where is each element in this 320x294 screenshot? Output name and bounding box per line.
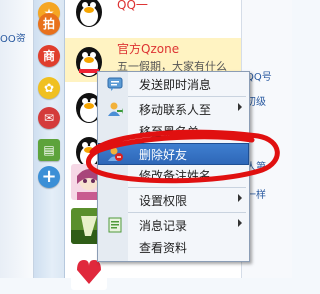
menu-item-view-profile[interactable]: 查看资料 <box>99 237 248 257</box>
menu-item-message-record[interactable]: 消息记录 <box>99 215 248 235</box>
contact-row[interactable]: QQ一 <box>65 0 241 32</box>
context-menu: 发送即时消息 移动联系人至 移至黑名单 删除好友 修改备注姓名 设置权限 消息记… <box>97 71 250 262</box>
game-icon[interactable]: ✿ <box>38 77 60 99</box>
avatar <box>71 0 107 28</box>
submenu-arrow-icon <box>238 194 242 202</box>
chat-icon <box>107 76 123 92</box>
background-window: QQ资 <box>0 0 34 278</box>
menu-separator <box>128 212 246 213</box>
submenu-arrow-icon <box>238 103 242 111</box>
menu-separator <box>128 187 246 188</box>
contact-name: QQ一 <box>117 0 148 12</box>
menu-separator <box>128 96 246 97</box>
mail-icon[interactable]: ✉ <box>38 107 60 129</box>
menu-item-label: 消息记录 <box>139 219 188 233</box>
delete-friend-icon <box>107 146 123 162</box>
menu-item-edit-remark[interactable]: 修改备注姓名 <box>99 165 248 185</box>
menu-item-label: 修改备注姓名 <box>139 169 212 183</box>
contact-name: 官方Qzone <box>117 42 180 56</box>
pai-icon[interactable]: 拍 <box>38 13 60 35</box>
plus-icon[interactable]: + <box>38 166 60 188</box>
app-rail: ★ 拍 商 ✿ ✉ ▤ + <box>34 0 65 278</box>
background-text-qq: QQ资 <box>0 34 26 42</box>
menu-item-label: 发送即时消息 <box>139 78 212 92</box>
move-contact-icon <box>107 101 123 117</box>
menu-item-label: 移至黑名单 <box>139 125 200 139</box>
menu-item-label: 移动联系人至 <box>139 103 212 117</box>
menu-item-send-message[interactable]: 发送即时消息 <box>99 74 248 94</box>
menu-item-permissions[interactable]: 设置权限 <box>99 190 248 210</box>
submenu-arrow-icon <box>238 219 242 227</box>
menu-item-blacklist[interactable]: 移至黑名单 <box>99 121 248 141</box>
shang-icon[interactable]: 商 <box>38 45 60 67</box>
menu-item-label: 设置权限 <box>139 194 188 208</box>
doc-icon[interactable]: ▤ <box>38 139 60 161</box>
background-text: QQ资 <box>0 30 32 42</box>
menu-item-delete-friend[interactable]: 删除好友 <box>98 143 249 165</box>
menu-item-label: 删除好友 <box>139 148 188 162</box>
message-record-icon <box>107 217 123 233</box>
menu-item-move-contact[interactable]: 移动联系人至 <box>99 99 248 119</box>
menu-item-label: 查看资料 <box>139 241 188 255</box>
